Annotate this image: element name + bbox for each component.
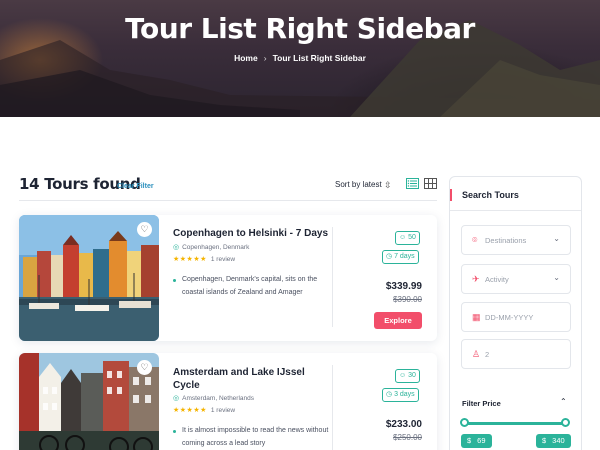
date-input[interactable]: ▦ DD-MM-YYYY	[461, 302, 571, 332]
tour-old-price: $390.00	[393, 295, 422, 304]
chevron-up-icon[interactable]: ⌃	[560, 397, 567, 406]
tour-description: It is almost impossible to read the news…	[173, 425, 338, 450]
filter-price-title: Filter Price	[462, 399, 501, 408]
duration-value: 3 days	[394, 391, 415, 398]
divider	[332, 227, 333, 327]
group-size-value: 30	[408, 372, 416, 379]
results-header: 14 Tours found Clear Filter Sort by late…	[19, 175, 437, 201]
chevron-right-icon: ›	[263, 53, 267, 63]
tour-old-price: $250.00	[393, 433, 422, 442]
price-max-value: 340	[552, 436, 565, 445]
chevron-down-icon: ⌄	[553, 273, 560, 282]
tour-price: $233.00	[385, 419, 422, 430]
clear-filter-link[interactable]: Clear Filter	[117, 183, 154, 190]
list-view-icon[interactable]	[406, 178, 419, 189]
group-size-badge: ☺ 50	[395, 231, 420, 245]
plane-icon: ✈	[472, 274, 480, 284]
tour-location: ◎ Copenhagen, Denmark	[173, 243, 249, 251]
clock-icon: ◷	[386, 253, 393, 260]
duration-badge: ◷ 7 days	[382, 250, 419, 264]
tour-description: Copenhagen, Denmark's capital, sits on t…	[173, 274, 338, 299]
destinations-select[interactable]: ⌾ Destinations ⌄	[461, 225, 571, 255]
date-placeholder: DD-MM-YYYY	[485, 313, 534, 322]
guests-value: 2	[485, 350, 490, 359]
clock-icon: ◷	[386, 391, 393, 398]
group-size-value: 50	[408, 234, 416, 241]
review-count: 1 review	[210, 256, 236, 263]
tour-location-text: Copenhagen, Denmark	[182, 244, 250, 251]
duration-value: 7 days	[394, 253, 415, 260]
tour-image[interactable]: ♡	[19, 215, 159, 341]
tour-location-text: Amsterdam, Netherlands	[182, 395, 254, 402]
currency-symbol: $	[542, 436, 547, 445]
group-size-badge: ☺ 30	[395, 369, 420, 383]
price-max-handle[interactable]	[561, 418, 570, 427]
hero-banner: Tour List Right Sidebar Home › Tour List R…	[0, 0, 600, 117]
tour-image[interactable]: ♡	[19, 353, 159, 450]
duration-badge: ◷ 3 days	[382, 388, 419, 402]
page-title: Tour List Right Sidebar	[125, 12, 475, 45]
breadcrumb-current: Tour List Right Sidebar	[272, 53, 366, 63]
tour-title[interactable]: Copenhagen to Helsinki - 7 Days	[173, 227, 333, 240]
sidebar-title: Search Tours	[450, 189, 519, 201]
guests-input[interactable]: ♙ 2	[461, 339, 571, 369]
heart-icon[interactable]: ♡	[137, 222, 152, 237]
location-pin-icon: ◎	[173, 244, 180, 251]
sort-select[interactable]: Sort by latest	[335, 180, 382, 189]
divider	[450, 210, 581, 211]
tour-card[interactable]: ♡ Amsterdam and Lake IJssel Cycle ◎ Amste…	[19, 353, 437, 450]
person-icon: ♙	[472, 349, 481, 359]
breadcrumb: Home › Tour List Right Sidebar	[0, 53, 600, 63]
price-range-track[interactable]	[465, 422, 566, 425]
activity-select[interactable]: ✈ Activity ⌄	[461, 264, 571, 294]
search-sidebar: Search Tours ⌾ Destinations ⌄ ✈ Activity…	[449, 176, 582, 450]
rating: ★★★★★ 1 review	[173, 406, 235, 414]
star-rating-icon: ★★★★★	[173, 407, 207, 414]
sort-arrows-icon[interactable]: ⇳	[384, 180, 392, 191]
divider	[332, 365, 333, 450]
tour-card[interactable]: ♡ Copenhagen to Helsinki - 7 Days ◎ Copen…	[19, 215, 437, 341]
tour-location: ◎ Amsterdam, Netherlands	[173, 394, 254, 402]
breadcrumb-home[interactable]: Home	[234, 53, 258, 63]
star-rating-icon: ★★★★★	[173, 256, 207, 263]
currency-symbol: $	[467, 436, 472, 445]
tour-title[interactable]: Amsterdam and Lake IJssel Cycle	[173, 366, 333, 392]
calendar-icon: ▦	[472, 312, 481, 322]
location-pin-icon: ⌾	[472, 235, 478, 245]
price-max-pill: $340	[536, 434, 571, 448]
heart-icon[interactable]: ♡	[137, 360, 152, 375]
group-icon: ☺	[399, 234, 407, 241]
explore-button[interactable]: Explore	[374, 312, 422, 329]
rating: ★★★★★ 1 review	[173, 255, 235, 263]
chevron-down-icon: ⌄	[553, 234, 560, 243]
grid-view-icon[interactable]	[424, 178, 437, 189]
review-count: 1 review	[210, 407, 236, 414]
price-min-handle[interactable]	[460, 418, 469, 427]
destinations-placeholder: Destinations	[485, 236, 527, 245]
activity-placeholder: Activity	[485, 275, 509, 284]
price-min-value: 69	[477, 436, 486, 445]
tour-price: $339.99	[385, 281, 422, 292]
group-icon: ☺	[399, 372, 407, 379]
price-min-pill: $69	[461, 434, 492, 448]
location-pin-icon: ◎	[173, 395, 180, 402]
